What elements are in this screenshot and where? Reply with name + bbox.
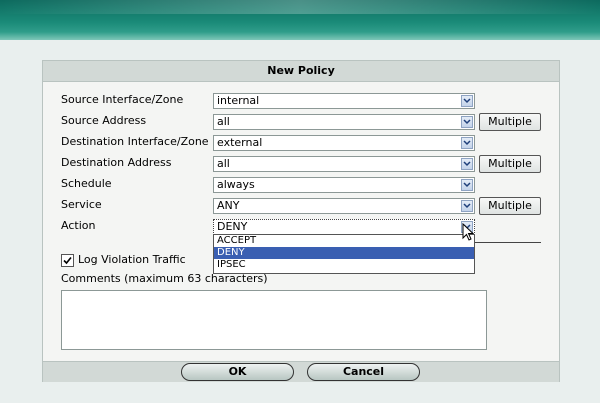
new-policy-panel: New Policy Source Interface/Zone interna… — [42, 60, 560, 382]
destination-address-value: all — [217, 157, 230, 170]
source-address-value: all — [217, 115, 230, 128]
top-banner — [0, 0, 600, 40]
label-source-interface: Source Interface/Zone — [61, 93, 184, 106]
panel-title: New Policy — [43, 61, 559, 82]
chevron-down-icon[interactable] — [461, 137, 473, 149]
action-dropdown-list: ACCEPT DENY IPSEC — [213, 234, 475, 274]
log-violation-label: Log Violation Traffic — [78, 253, 186, 266]
ok-button[interactable]: OK — [181, 363, 294, 381]
destination-address-select[interactable]: all — [213, 156, 475, 172]
source-interface-select[interactable]: internal — [213, 93, 475, 109]
source-address-multiple-button[interactable]: Multiple — [479, 113, 541, 131]
label-schedule: Schedule — [61, 177, 112, 190]
label-service: Service — [61, 198, 102, 211]
destination-interface-select[interactable]: external — [213, 135, 475, 151]
source-interface-value: internal — [217, 94, 260, 107]
action-select[interactable]: DENY — [213, 219, 475, 235]
destination-address-multiple-button[interactable]: Multiple — [479, 155, 541, 173]
chevron-down-icon[interactable] — [461, 200, 473, 212]
schedule-value: always — [217, 178, 255, 191]
schedule-select[interactable]: always — [213, 177, 475, 193]
chevron-down-icon[interactable] — [461, 179, 473, 191]
destination-interface-value: external — [217, 136, 263, 149]
service-multiple-button[interactable]: Multiple — [479, 197, 541, 215]
cancel-button[interactable]: Cancel — [307, 363, 420, 381]
action-value: DENY — [217, 220, 248, 233]
service-select[interactable]: ANY — [213, 198, 475, 214]
chevron-down-icon[interactable] — [461, 95, 473, 107]
label-destination-address: Destination Address — [61, 156, 172, 169]
action-option-deny[interactable]: DENY — [214, 247, 474, 259]
chevron-down-icon[interactable] — [461, 158, 473, 170]
action-option-ipsec[interactable]: IPSEC — [214, 259, 474, 271]
source-address-select[interactable]: all — [213, 114, 475, 130]
chevron-down-icon[interactable] — [461, 116, 473, 128]
label-action: Action — [61, 219, 96, 232]
panel-footer — [43, 361, 559, 382]
action-option-accept[interactable]: ACCEPT — [214, 235, 474, 247]
service-value: ANY — [217, 199, 240, 212]
comments-textarea[interactable] — [61, 290, 487, 350]
log-violation-checkbox[interactable] — [61, 254, 74, 267]
mouse-pointer-icon — [462, 222, 475, 244]
label-destination-interface: Destination Interface/Zone — [61, 135, 209, 148]
label-source-address: Source Address — [61, 114, 147, 127]
banner-shine — [0, 0, 600, 14]
